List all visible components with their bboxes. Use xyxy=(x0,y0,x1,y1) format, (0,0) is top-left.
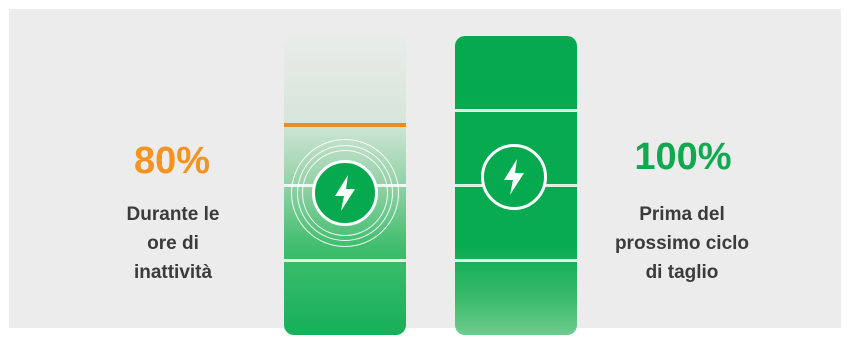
lightning-bolt-icon xyxy=(312,160,378,226)
left-battery-empty-area xyxy=(284,36,406,125)
right-caption: Prima del prossimo ciclo di taglio xyxy=(596,200,768,287)
charging-comparison: 80% Durante le ore di inattività 100% Pr… xyxy=(0,0,856,337)
right-caption-line-3: di taglio xyxy=(645,262,719,283)
left-battery xyxy=(284,36,406,335)
right-percentage: 100% xyxy=(634,136,732,178)
right-battery xyxy=(455,36,577,335)
right-battery-divider xyxy=(455,109,577,112)
left-caption-line-1: Durante le xyxy=(126,204,220,225)
right-caption-line-1: Prima del xyxy=(639,204,725,225)
left-caption-line-2: ore di xyxy=(147,233,199,254)
right-caption-line-2: prossimo ciclo xyxy=(614,233,750,254)
right-battery-divider xyxy=(455,259,577,262)
lightning-bolt-icon xyxy=(481,144,547,210)
left-charge-level-line xyxy=(284,123,406,127)
left-caption-line-3: inattività xyxy=(133,262,213,283)
left-battery-divider xyxy=(284,259,406,262)
left-percentage: 80% xyxy=(133,140,211,182)
left-caption: Durante le ore di inattività xyxy=(100,200,246,287)
